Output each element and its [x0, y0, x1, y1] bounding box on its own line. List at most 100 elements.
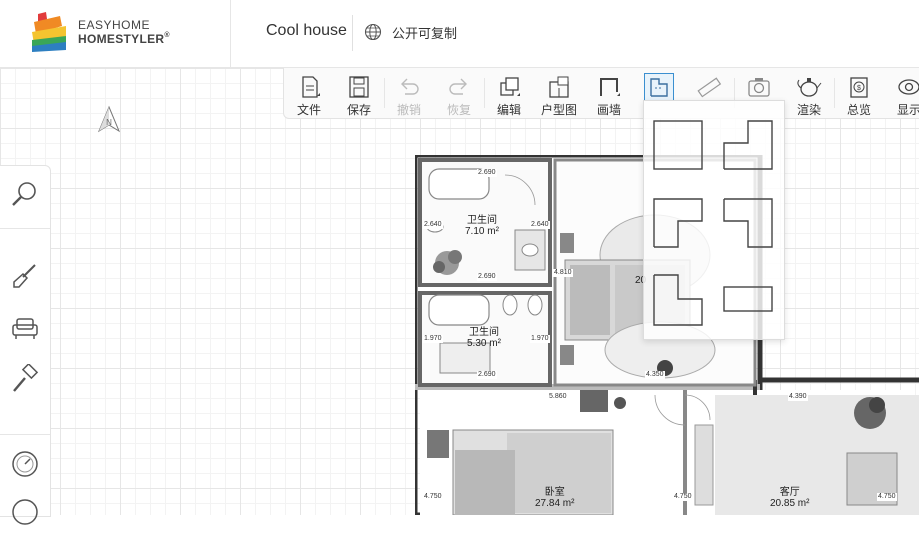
terrain-tool-button[interactable] — [9, 260, 41, 292]
undo-icon — [401, 78, 419, 95]
svg-text:$: $ — [857, 85, 861, 92]
compass-dial-icon — [12, 451, 38, 477]
room-area: 27.84 m² — [535, 498, 575, 509]
main-toolbar: 文件 保存 撤销 恢复 编辑 户型图 画墙 渲染 $ 总览 显示 — [283, 68, 919, 119]
dimension-label: 4.350 — [645, 371, 665, 379]
dimension-label: 1.970 — [530, 335, 550, 343]
toolbar-label: 总览 — [846, 103, 871, 117]
toolbar-label: 保存 — [346, 103, 371, 117]
room-label-bathroom-2[interactable]: 卫生间 5.30 m² — [467, 327, 501, 349]
toolbar-separator — [384, 78, 385, 108]
dimension-label: 4.750 — [423, 493, 443, 501]
toolbar-floorplan-button[interactable]: 户型图 — [536, 72, 582, 117]
room-area: 5.30 m² — [467, 338, 501, 349]
dimension-label: 2.690 — [477, 273, 497, 281]
l-shape-bottom-room-icon — [653, 274, 703, 326]
toolbar-redo-button[interactable]: 恢复 — [436, 72, 482, 117]
room-label-living-room[interactable]: 客厅 20.85 m² — [770, 487, 809, 509]
header-divider — [230, 0, 231, 67]
square-room-icon — [653, 120, 703, 170]
dimension-label: 5.860 — [548, 393, 568, 401]
toolbar-draw-wall-button[interactable]: 画墙 — [586, 72, 632, 117]
share-label: 公开可复制 — [392, 25, 458, 41]
file-icon — [302, 76, 320, 98]
dimension-label: 4.810 — [553, 269, 573, 277]
compass-settings-button[interactable] — [9, 448, 41, 480]
l-shape-room-icon — [653, 198, 703, 248]
logo-text-bottom: HOMESTYLER® — [78, 32, 170, 46]
toolbar-label: 渲染 — [796, 103, 821, 117]
camera-icon — [748, 78, 770, 97]
room-label-bathroom-1[interactable]: 卫生间 7.10 m² — [465, 215, 499, 237]
room-name: 卫生间 — [468, 327, 499, 338]
room-name: 卫生间 — [466, 215, 497, 226]
share-status[interactable]: 公开可复制 — [364, 22, 457, 42]
name-divider — [352, 15, 353, 51]
ruler-icon — [697, 77, 722, 98]
toolbar-undo-button[interactable]: 撤销 — [386, 72, 432, 117]
toolbar-label: 编辑 — [496, 103, 521, 117]
toolbar-label: 户型图 — [540, 103, 577, 117]
dimension-label: 1.970 — [423, 335, 443, 343]
compass-label: N — [106, 118, 112, 127]
floorplan-icon — [549, 76, 569, 98]
toolbar-label: 显示 — [896, 103, 919, 117]
toolbar-label: 画墙 — [596, 103, 621, 117]
toolbar-label: 撤销 — [396, 103, 421, 117]
furniture-catalog-button[interactable] — [9, 312, 41, 344]
redo-icon — [449, 78, 467, 95]
toolbar-label: 恢复 — [446, 103, 471, 117]
room-template-reverse-l[interactable] — [714, 181, 784, 257]
toolbar-edit-button[interactable]: 编辑 — [486, 72, 532, 117]
room-label-bedroom[interactable]: 卧室 27.84 m² — [535, 487, 574, 509]
rectangle-room-icon — [723, 286, 773, 312]
logo-text-bottom-main: HOMESTYLER — [78, 32, 165, 46]
display-icon — [898, 79, 919, 95]
sidebar-separator — [0, 228, 50, 229]
room-template-notched[interactable] — [714, 101, 784, 177]
save-icon — [349, 76, 369, 98]
room-template-dropdown — [643, 100, 785, 340]
dimension-label: 2.640 — [423, 221, 443, 229]
edit-icon — [500, 77, 520, 96]
toolbar-label: 文件 — [296, 103, 321, 117]
render-icon — [797, 78, 822, 97]
dimension-label: 2.640 — [530, 221, 550, 229]
app-header: EASYHOME HOMESTYLER® Cool house 公开可复制 — [0, 0, 919, 68]
logo-text-top: EASYHOME — [78, 18, 151, 32]
logo-mark-icon — [32, 12, 66, 52]
paint-roller-icon — [13, 362, 39, 392]
dimension-label: 4.750 — [673, 493, 693, 501]
toolbar-overview-button[interactable]: $ 总览 — [836, 72, 882, 117]
design-name[interactable]: Cool house — [266, 22, 347, 40]
dimension-label: 4.750 — [877, 493, 897, 501]
armchair-icon — [12, 318, 38, 339]
search-button[interactable] — [9, 178, 41, 210]
room-template-square[interactable] — [644, 101, 714, 177]
toolbar-separator — [834, 78, 835, 108]
toolbar-save-button[interactable]: 保存 — [336, 72, 382, 117]
reverse-l-room-icon — [723, 198, 773, 248]
room-name: 卧室 — [544, 487, 565, 498]
dimension-label: 2.690 — [477, 371, 497, 379]
more-icon — [12, 499, 38, 525]
room-name: 客厅 — [779, 487, 800, 498]
toolbar-display-button[interactable]: 显示 — [886, 72, 919, 117]
more-tools-button[interactable] — [9, 496, 41, 528]
toolbar-render-button[interactable]: 渲染 — [786, 72, 832, 117]
room-template-l-bottom[interactable] — [644, 259, 714, 335]
material-paint-button[interactable] — [9, 362, 41, 396]
logo-registered-mark: ® — [164, 32, 170, 39]
toolbar-file-button[interactable]: 文件 — [286, 72, 332, 117]
search-icon — [12, 182, 36, 206]
draw-wall-icon — [600, 78, 620, 96]
toolbar-separator — [484, 78, 485, 108]
room-template-rectangle[interactable] — [714, 259, 784, 335]
dimension-label: 2.690 — [477, 169, 497, 177]
dimension-label: 4.390 — [788, 393, 808, 401]
homestyler-logo[interactable]: EASYHOME HOMESTYLER® — [30, 10, 170, 54]
shovel-icon — [13, 264, 36, 288]
room-area: 7.10 m² — [465, 226, 499, 237]
globe-icon — [364, 23, 382, 41]
room-template-l-shape[interactable] — [644, 181, 714, 257]
